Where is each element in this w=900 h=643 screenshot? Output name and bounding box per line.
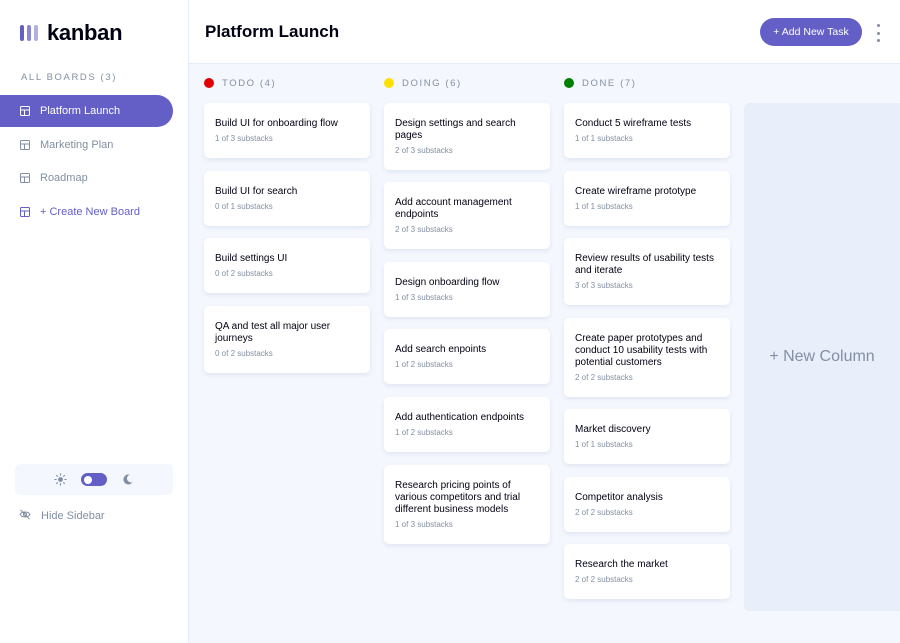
task-subtasks: 2 of 2 substacks	[575, 373, 633, 382]
column-header: DONE (7)	[564, 76, 730, 90]
column-title: DONE (7)	[582, 77, 637, 89]
task-card[interactable]: Design onboarding flow 1 of 3 substacks	[384, 262, 550, 317]
sidebar-item-label: Marketing Plan	[40, 138, 114, 151]
task-title: Add account management endpoints	[395, 197, 512, 220]
task-card[interactable]: Build UI for search 0 of 1 substacks	[204, 171, 370, 226]
sidebar-item-marketing-plan[interactable]: Marketing Plan	[0, 129, 173, 161]
sidebar-item-label: Platform Launch	[40, 105, 121, 117]
sun-icon	[54, 473, 67, 486]
status-dot	[384, 78, 394, 88]
task-subtasks: 2 of 2 substacks	[575, 575, 633, 584]
task-card[interactable]: Research the market 2 of 2 substacks	[564, 544, 730, 599]
column-todo: TODO (4) Build UI for onboarding flow 1 …	[204, 76, 370, 373]
sidebar-item-roadmap[interactable]: Roadmap	[0, 162, 173, 194]
task-title: Conduct 5 wireframe tests	[575, 118, 692, 129]
sidebar-item-platform-launch[interactable]: Platform Launch	[0, 95, 173, 127]
task-card[interactable]: Competitor analysis 2 of 2 substacks	[564, 477, 730, 532]
board-icon	[20, 206, 30, 217]
task-title: Create wireframe prototype	[575, 186, 697, 197]
page-title: Platform Launch	[205, 22, 340, 41]
dark-mode-toggle[interactable]	[81, 473, 107, 486]
column-doing: DOING (6) Design settings and search pag…	[384, 76, 550, 544]
board-icon	[20, 139, 30, 150]
add-new-task-button[interactable]: + Add New Task	[760, 18, 862, 46]
task-title: Add authentication endpoints	[395, 412, 524, 423]
task-card[interactable]: Add search enpoints 1 of 2 substacks	[384, 329, 550, 384]
task-card[interactable]: Design settings and search pages 2 of 3 …	[384, 103, 550, 170]
hide-sidebar-label: Hide Sidebar	[41, 510, 105, 522]
task-title: Build UI for search	[215, 186, 298, 197]
task-subtasks: 1 of 3 substacks	[395, 293, 453, 302]
create-new-board-label: + Create New Board	[40, 205, 140, 218]
logo-icon	[20, 25, 38, 41]
task-subtasks: 3 of 3 substacks	[575, 281, 633, 290]
task-subtasks: 1 of 3 substacks	[395, 520, 453, 529]
task-subtasks: 2 of 3 substacks	[395, 225, 453, 234]
all-boards-heading: ALL BOARDS (3)	[21, 72, 117, 83]
task-subtasks: 0 of 2 substacks	[215, 349, 273, 358]
task-subtasks: 0 of 1 substacks	[215, 202, 273, 211]
task-subtasks: 1 of 2 substacks	[395, 360, 453, 369]
new-column-button[interactable]: + New Column	[744, 103, 900, 611]
task-subtasks: 0 of 2 substacks	[215, 269, 273, 278]
column-header: DOING (6)	[384, 76, 550, 90]
app-logo: kanban	[20, 20, 123, 46]
task-card[interactable]: Market discovery 1 of 1 substacks	[564, 409, 730, 464]
task-card[interactable]: Conduct 5 wireframe tests 1 of 1 substac…	[564, 103, 730, 158]
sidebar-item-label: Roadmap	[40, 172, 88, 184]
create-new-board-button[interactable]: + Create New Board	[0, 196, 173, 228]
theme-toggle-panel	[15, 464, 173, 495]
task-subtasks: 2 of 3 substacks	[395, 146, 453, 155]
task-title: Add search enpoints	[395, 344, 487, 355]
task-subtasks: 1 of 1 substacks	[575, 202, 633, 211]
top-header: Platform Launch + Add New Task	[189, 0, 900, 64]
task-card[interactable]: Create wireframe prototype 1 of 1 substa…	[564, 171, 730, 226]
task-title: Research pricing points of various compe…	[395, 480, 521, 515]
task-title: Review results of usability tests and it…	[575, 253, 714, 276]
column-header: TODO (4)	[204, 76, 370, 90]
board-icon	[20, 173, 30, 183]
vertical-ellipsis-icon[interactable]	[873, 24, 883, 42]
board-list: Platform Launch Marketing Plan Roadmap +…	[0, 95, 173, 229]
task-subtasks: 1 of 1 substacks	[575, 440, 633, 449]
eye-slash-icon	[19, 509, 31, 523]
moon-icon	[121, 473, 134, 486]
task-title: Create paper prototypes and conduct 10 u…	[575, 333, 708, 368]
task-title: Market discovery	[575, 424, 651, 435]
board-icon	[20, 106, 30, 116]
status-dot	[564, 78, 574, 88]
task-card[interactable]: Add authentication endpoints 1 of 2 subs…	[384, 397, 550, 452]
task-title: QA and test all major user journeys	[215, 321, 331, 344]
task-title: Research the market	[575, 559, 668, 570]
task-card[interactable]: Build UI for onboarding flow 1 of 3 subs…	[204, 103, 370, 158]
column-title: DOING (6)	[402, 77, 462, 89]
task-card[interactable]: Build settings UI 0 of 2 substacks	[204, 238, 370, 293]
column-title: TODO (4)	[222, 77, 277, 89]
logo-text: kanban	[47, 20, 123, 45]
task-title: Competitor analysis	[575, 492, 663, 503]
status-dot	[204, 78, 214, 88]
task-subtasks: 1 of 1 substacks	[575, 134, 633, 143]
hide-sidebar-button[interactable]: Hide Sidebar	[19, 509, 105, 523]
task-card[interactable]: Create paper prototypes and conduct 10 u…	[564, 318, 730, 397]
task-title: Build UI for onboarding flow	[215, 118, 338, 129]
task-card[interactable]: Research pricing points of various compe…	[384, 465, 550, 544]
sidebar: kanban ALL BOARDS (3) Platform Launch Ma…	[0, 0, 189, 643]
column-done: DONE (7) Conduct 5 wireframe tests 1 of …	[564, 76, 730, 599]
task-card[interactable]: Add account management endpoints 2 of 3 …	[384, 182, 550, 249]
task-title: Design onboarding flow	[395, 277, 500, 288]
task-subtasks: 1 of 3 substacks	[215, 134, 273, 143]
task-subtasks: 1 of 2 substacks	[395, 428, 453, 437]
task-subtasks: 2 of 2 substacks	[575, 508, 633, 517]
task-card[interactable]: Review results of usability tests and it…	[564, 238, 730, 305]
task-title: Build settings UI	[215, 253, 288, 264]
task-card[interactable]: QA and test all major user journeys 0 of…	[204, 306, 370, 373]
task-title: Design settings and search pages	[395, 118, 516, 141]
